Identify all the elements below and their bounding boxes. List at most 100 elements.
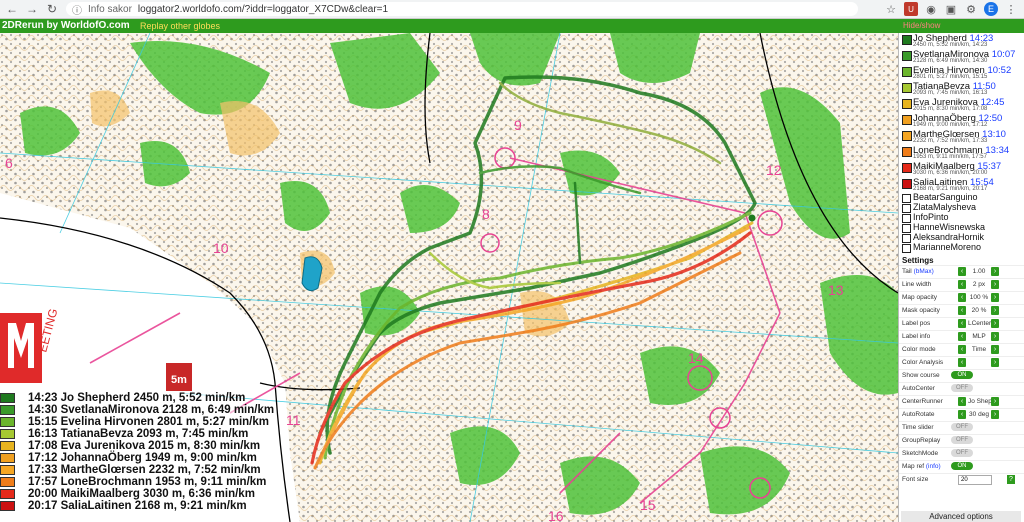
decrease-button[interactable]: ‹ <box>958 280 966 289</box>
runner-color-swatch[interactable] <box>902 67 912 77</box>
increase-button[interactable]: › <box>991 397 999 406</box>
decrease-button[interactable]: ‹ <box>958 397 966 406</box>
runner-item[interactable]: SaliaLaitinen 15:54 2168 m, 9:21 min/km, … <box>899 177 1024 193</box>
bookmark-star-icon[interactable]: ☆ <box>884 2 898 16</box>
increase-button[interactable]: › <box>991 293 999 302</box>
tail-max-link[interactable]: (bMax) <box>914 268 934 275</box>
runner-checkbox[interactable] <box>902 234 911 243</box>
runner-item[interactable]: Jo Shepherd 14:23 2450 m, 5:52 min/km, 14… <box>899 33 1024 49</box>
show-course-toggle[interactable]: ON <box>951 371 973 379</box>
runner-color-swatch[interactable] <box>902 83 912 93</box>
auto-center-toggle[interactable]: OFF <box>951 384 973 392</box>
decrease-button[interactable]: ‹ <box>958 319 966 328</box>
extension-ghost-icon[interactable]: ◉ <box>924 2 938 16</box>
back-icon[interactable]: ← <box>4 1 20 17</box>
leaderboard-row: 17:57 LoneBrochmann 1953 m, 9:11 min/km <box>0 476 290 488</box>
extension-icon[interactable]: U <box>904 2 918 16</box>
hide-show-button[interactable]: Hide/show <box>903 21 940 30</box>
increase-button[interactable]: › <box>991 345 999 354</box>
setting-auto-rotate: AutoRotate ‹ 30 deg › <box>899 408 1024 421</box>
color-swatch <box>0 501 15 511</box>
runner-color-swatch[interactable] <box>902 99 912 109</box>
profile-avatar[interactable]: E <box>984 2 998 16</box>
map-ref-info-link[interactable]: (info) <box>926 463 941 470</box>
runner-item[interactable]: LoneBrochmann 13:34 1953 m, 9:11 min/km, … <box>899 145 1024 161</box>
runner-color-swatch[interactable] <box>902 115 912 125</box>
decrease-button[interactable]: ‹ <box>958 345 966 354</box>
increase-button[interactable]: › <box>991 332 999 341</box>
site-info-icon[interactable]: ⓘ <box>72 2 82 17</box>
setting-line-width: Line width ‹ 2 px › <box>899 278 1024 291</box>
runner-list: Jo Shepherd 14:23 2450 m, 5:52 min/km, 14… <box>899 33 1024 193</box>
control-number: 15 <box>640 497 656 513</box>
runner-item[interactable]: JohannaÖberg 12:50 1949 m, 9:00 min/km, 1… <box>899 113 1024 129</box>
color-swatch <box>0 393 15 403</box>
color-swatch <box>0 441 15 451</box>
leaderboard-row: 16:13 TatianaBevza 2093 m, 7:45 min/km <box>0 428 290 440</box>
runner-color-swatch[interactable] <box>902 147 912 157</box>
decrease-button[interactable]: ‹ <box>958 410 966 419</box>
time-slider-toggle[interactable]: OFF <box>951 423 973 431</box>
control-number: 9 <box>514 117 522 133</box>
leaderboard-row: 17:33 MartheGlœrsen 2232 m, 7:52 min/km <box>0 464 290 476</box>
control-number: 10 <box>213 240 229 256</box>
leaderboard-row: 20:17 SaliaLaitinen 2168 m, 9:21 min/km <box>0 500 290 512</box>
runner-color-swatch[interactable] <box>902 51 912 61</box>
font-size-select[interactable]: 20 <box>958 475 992 485</box>
setting-font-size: Font size 20? <box>899 473 1024 486</box>
reload-icon[interactable]: ↻ <box>44 1 60 17</box>
color-swatch <box>0 465 15 475</box>
runner-color-swatch[interactable] <box>902 35 912 45</box>
leaderboard-row: 20:00 MaikiMaalberg 3030 m, 6:36 min/km <box>0 488 290 500</box>
runner-checkbox[interactable] <box>902 214 911 223</box>
runner-color-swatch[interactable] <box>902 163 912 173</box>
forward-icon[interactable]: → <box>24 1 40 17</box>
leaderboard: 14:23 Jo Shepherd 2450 m, 5:52 min/km 14… <box>0 392 290 512</box>
runner-dot <box>748 214 756 222</box>
menu-icon[interactable]: ⋮ <box>1004 2 1018 16</box>
decrease-button[interactable]: ‹ <box>958 267 966 276</box>
runner-checkbox[interactable] <box>902 194 911 203</box>
decrease-button[interactable]: ‹ <box>958 332 966 341</box>
group-replay-toggle[interactable]: OFF <box>951 436 973 444</box>
runner-checkbox[interactable] <box>902 224 911 233</box>
control-number: 13 <box>828 282 844 298</box>
address-bar[interactable]: ⓘ Info sakor loggator2.worldofo.com/?idd… <box>66 2 858 17</box>
increase-button[interactable]: › <box>991 267 999 276</box>
increase-button[interactable]: › <box>991 306 999 315</box>
control-number: 14 <box>688 350 704 366</box>
runner-item[interactable]: Evelina Hirvonen 10:52 2801 m, 5:27 min/k… <box>899 65 1024 81</box>
help-icon[interactable]: ? <box>1007 475 1015 484</box>
sketch-mode-toggle[interactable]: OFF <box>951 449 973 457</box>
decrease-button[interactable]: ‹ <box>958 306 966 315</box>
setting-mask-opacity: Mask opacity ‹ 20 % › <box>899 304 1024 317</box>
setting-color-mode: Color mode ‹ Time › <box>899 343 1024 356</box>
runner-item[interactable]: MaikiMaalberg 15:37 3030 m, 6:36 min/km, … <box>899 161 1024 177</box>
setting-time-slider: Time slider OFF <box>899 421 1024 434</box>
map-ref-toggle[interactable]: ON <box>951 462 973 470</box>
runner-item[interactable]: TatianaBevza 11:50 2093 m, 7:45 min/km, 1… <box>899 81 1024 97</box>
advanced-options-button[interactable]: Advanced options <box>901 511 1021 522</box>
inactive-runner-item[interactable]: MarianneMoreno <box>899 242 1024 253</box>
runner-checkbox[interactable] <box>902 244 911 253</box>
extension-puzzle-icon[interactable]: ▣ <box>944 2 958 16</box>
increase-button[interactable]: › <box>991 358 999 367</box>
runner-checkbox[interactable] <box>902 204 911 213</box>
decrease-button[interactable]: ‹ <box>958 293 966 302</box>
increase-button[interactable]: › <box>991 319 999 328</box>
decrease-button[interactable]: ‹ <box>958 358 966 367</box>
runner-item[interactable]: SvetlanaMironova 10:07 2128 m, 6:49 min/k… <box>899 49 1024 65</box>
control-number: 16 <box>548 508 564 522</box>
sign-text: 5m <box>171 374 187 386</box>
runner-item[interactable]: Eva Jurenikova 12:45 2015 m, 8:30 min/km,… <box>899 97 1024 113</box>
setting-map-ref: Map ref (info) ON <box>899 460 1024 473</box>
increase-button[interactable]: › <box>991 410 999 419</box>
increase-button[interactable]: › <box>991 280 999 289</box>
leaderboard-row: 14:30 SvetlanaMironova 2128 m, 6:49 min/… <box>0 404 290 416</box>
runner-color-swatch[interactable] <box>902 131 912 141</box>
runner-item[interactable]: MartheGlœrsen 13:10 2232 m, 7:52 min/km, … <box>899 129 1024 145</box>
extension-gear-icon[interactable]: ⚙ <box>964 2 978 16</box>
leaderboard-row: 17:08 Eva Jurenikova 2015 m, 8:30 min/km <box>0 440 290 452</box>
replay-other-link[interactable]: Replay other globes <box>140 21 220 31</box>
runner-color-swatch[interactable] <box>902 179 912 189</box>
